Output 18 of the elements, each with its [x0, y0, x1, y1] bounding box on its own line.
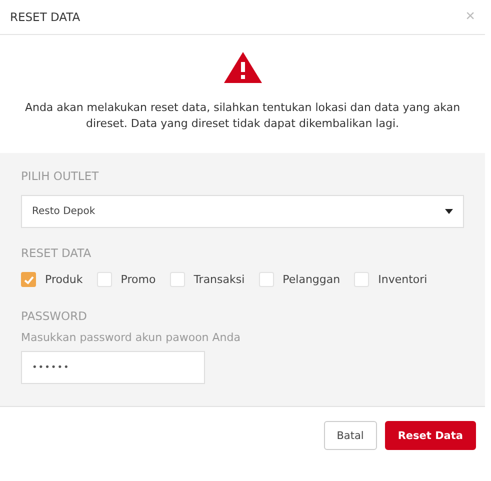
dialog-title: RESET DATA [10, 10, 80, 24]
checkbox-label: Produk [45, 273, 83, 286]
warning-message: Anda akan melakukan reset data, silahkan tentukan lokasi dan data yang akan direset. Data yang direset tidak dapat dikembalikan lagi. [24, 100, 462, 132]
password-hint: Masukkan password akun pawoon Anda [21, 331, 242, 344]
checkbox-label: Transaksi [194, 273, 245, 286]
checkbox-label: Pelanggan [282, 273, 340, 286]
warning-icon [222, 51, 262, 84]
section-label: RESET DATA [21, 246, 92, 260]
password-field[interactable]: •••••• [21, 351, 205, 384]
reset-button[interactable]: Reset Data [384, 421, 476, 450]
outlet-dropdown[interactable]: Resto Depok [21, 195, 464, 228]
checkbox-label: Promo [120, 273, 156, 286]
cancel-button[interactable]: Batal [324, 421, 377, 450]
checkbox[interactable] [21, 272, 36, 287]
section-label: PILIH OUTLET [21, 169, 100, 183]
checkbox-label: Inventori [378, 273, 428, 286]
section-label: PASSWORD [21, 309, 88, 323]
caret-icon [445, 209, 453, 214]
